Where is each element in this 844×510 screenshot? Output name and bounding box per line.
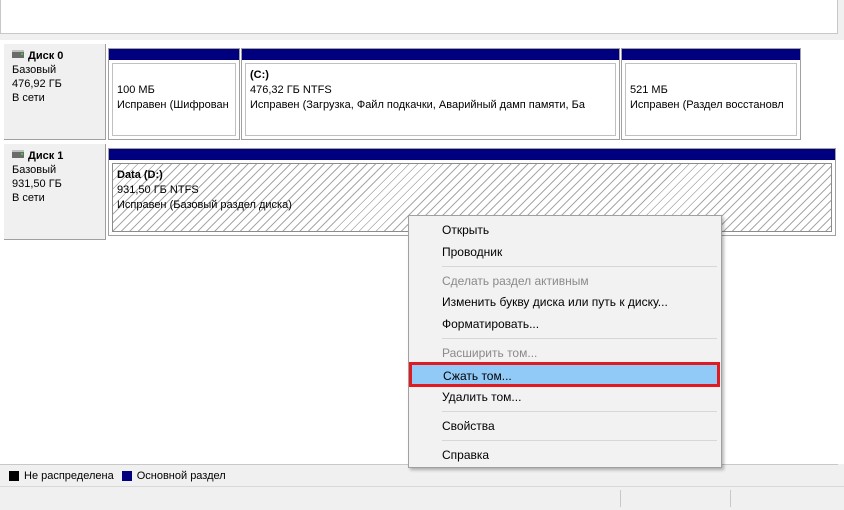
context-menu: Открыть Проводник Сделать раздел активны… [408, 215, 722, 468]
partition-bar [109, 49, 239, 60]
disk-size: 476,92 ГБ [12, 78, 62, 90]
partition-c[interactable]: (C:) 476,32 ГБ NTFS Исправен (Загрузка, … [241, 48, 620, 140]
menu-separator [442, 440, 717, 441]
disk-0-row: Диск 0 Базовый 476,92 ГБ В сети 100 МБ И… [4, 44, 838, 140]
status-bar [0, 486, 844, 510]
partition-title: (C:) [250, 69, 269, 81]
legend-unallocated: Не распределена [9, 470, 114, 482]
disk-status: В сети [12, 192, 45, 204]
partition-bar [242, 49, 619, 60]
partition-status: Исправен (Раздел восстановл [630, 99, 784, 111]
disk-1-label[interactable]: Диск 1 Базовый 931,50 ГБ В сети [4, 144, 106, 240]
disk-size: 931,50 ГБ [12, 178, 62, 190]
menu-item-delete-volume[interactable]: Удалить том... [411, 386, 719, 408]
partition-bar [622, 49, 800, 60]
menu-item-help[interactable]: Справка [411, 444, 719, 466]
legend-primary-label: Основной раздел [136, 469, 226, 482]
menu-item-mark-active: Сделать раздел активным [442, 274, 589, 288]
partition-status: Исправен (Базовый раздел диска) [117, 199, 292, 211]
disk-icon [12, 150, 24, 158]
menu-separator [442, 266, 717, 267]
partition-size: 931,50 ГБ NTFS [117, 184, 199, 196]
annotation-highlight-box [409, 362, 720, 387]
partition-body: 521 МБ Исправен (Раздел восстановл [625, 63, 797, 136]
disk-name: Диск 0 [28, 50, 64, 62]
partition-title: Data (D:) [117, 169, 163, 181]
partition-recovery[interactable]: 521 МБ Исправен (Раздел восстановл [621, 48, 801, 140]
status-divider [620, 490, 621, 507]
menu-item-open[interactable]: Открыть [411, 219, 719, 241]
legend-unallocated-label: Не распределена [24, 469, 114, 482]
disk-name: Диск 1 [28, 150, 64, 162]
menu-separator [442, 338, 717, 339]
partition-body: (C:) 476,32 ГБ NTFS Исправен (Загрузка, … [245, 63, 616, 136]
disk-0-label[interactable]: Диск 0 Базовый 476,92 ГБ В сети [4, 44, 106, 140]
menu-item-change-drive-letter[interactable]: Изменить букву диска или путь к диску... [411, 291, 719, 313]
disk-status: В сети [12, 92, 45, 104]
menu-item-extend-volume: Расширить том... [442, 346, 538, 360]
menu-item-format[interactable]: Форматировать... [411, 313, 719, 335]
partition-size: 100 МБ [117, 84, 155, 96]
disk-icon [12, 50, 24, 58]
partition-size: 521 МБ [630, 84, 668, 96]
partition-status: Исправен (Шифрован [117, 99, 229, 111]
legend-primary: Основной раздел [121, 469, 226, 482]
partition-status: Исправен (Загрузка, Файл подкачки, Авари… [250, 99, 586, 111]
volume-list-pane[interactable] [0, 0, 838, 34]
partition-bar [109, 149, 835, 160]
primary-swatch [121, 470, 132, 481]
unallocated-swatch [9, 470, 19, 481]
partition-body: 100 МБ Исправен (Шифрован [112, 63, 236, 136]
menu-separator [442, 411, 717, 412]
disk-type: Базовый [12, 64, 57, 76]
partition-efi[interactable]: 100 МБ Исправен (Шифрован [108, 48, 240, 140]
menu-item-explorer[interactable]: Проводник [411, 241, 719, 263]
disk-type: Базовый [12, 164, 57, 176]
partition-title [630, 68, 792, 83]
status-divider [730, 490, 731, 507]
partition-title [117, 68, 231, 83]
partition-size: 476,32 ГБ NTFS [250, 84, 332, 96]
menu-item-properties[interactable]: Свойства [411, 415, 719, 437]
